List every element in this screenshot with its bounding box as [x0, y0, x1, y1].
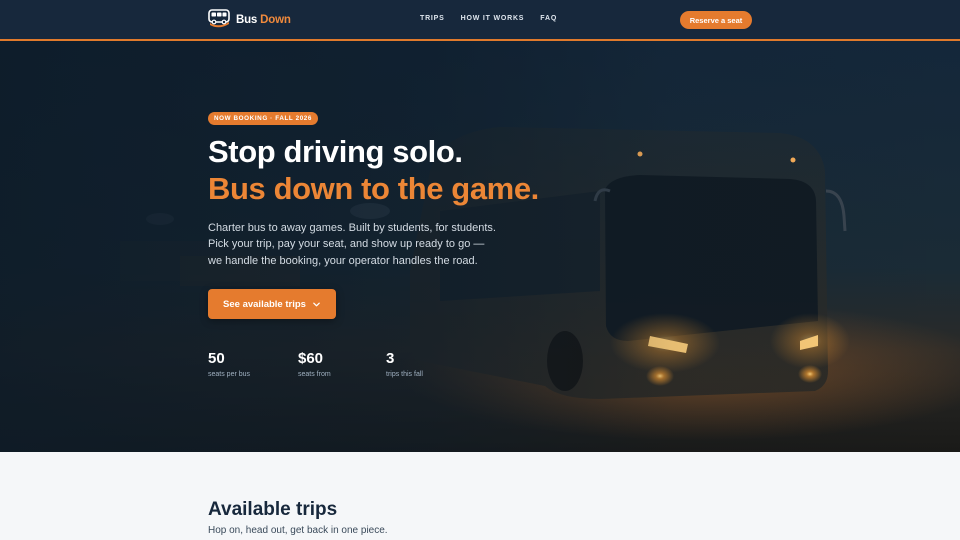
stat-value: 3 [386, 350, 395, 367]
stat-value: $60 [298, 350, 324, 367]
brand-name-part2: Down [260, 14, 291, 26]
hero-lead-line: we handle the booking, your operator han… [208, 254, 478, 267]
stat-value: 50 [208, 350, 225, 367]
chevron-down-icon [313, 302, 320, 306]
hero-lead-paragraph: Charter bus to away games. Built by stud… [208, 220, 508, 269]
nav-link-trips[interactable]: TRIPS [420, 15, 445, 22]
stat-label: seats from [298, 371, 331, 378]
stat-label: trips this fall [386, 371, 423, 378]
section-subtitle: Hop on, head out, get back in one piece. [208, 525, 388, 536]
brand-logo[interactable]: Bus Down [207, 7, 291, 34]
nav-links: TRIPS HOW IT WORKS FAQ [420, 15, 557, 22]
section-title: Available trips [208, 499, 338, 520]
stat-seats-per-bus: 50 seats per bus [208, 350, 288, 378]
see-available-trips-label: See available trips [223, 298, 306, 310]
see-available-trips-button[interactable]: See available trips [208, 289, 336, 319]
hero-lead-line: Charter bus to away games. Built by stud… [208, 222, 496, 234]
top-nav: Bus Down TRIPS HOW IT WORKS FAQ Reserve … [0, 0, 960, 41]
hero-headline-line2: Bus down to the game. [208, 171, 539, 206]
nav-link-faq[interactable]: FAQ [540, 15, 557, 22]
brand-name: Bus Down [236, 14, 291, 26]
hero-content: NOW BOOKING · FALL 2026 Stop driving sol… [208, 41, 728, 452]
now-booking-badge: NOW BOOKING · FALL 2026 [208, 112, 319, 125]
available-trips-section: Available trips Hop on, head out, get ba… [0, 452, 960, 540]
hero-headline-line1: Stop driving solo. [208, 134, 463, 169]
nav-link-how-it-works[interactable]: HOW IT WORKS [461, 15, 525, 22]
stat-seats-from: $60 seats from [298, 350, 378, 378]
reserve-seat-button[interactable]: Reserve a seat [680, 11, 752, 29]
brand-name-part1: Bus [236, 14, 258, 26]
hero-section: NOW BOOKING · FALL 2026 Stop driving sol… [0, 41, 960, 452]
hero-lead-line: Pick your trip, pay your seat, and show … [208, 238, 485, 251]
bus-icon [207, 7, 231, 34]
stat-trips-this-fall: 3 trips this fall [386, 350, 466, 378]
stat-label: seats per bus [208, 371, 251, 378]
